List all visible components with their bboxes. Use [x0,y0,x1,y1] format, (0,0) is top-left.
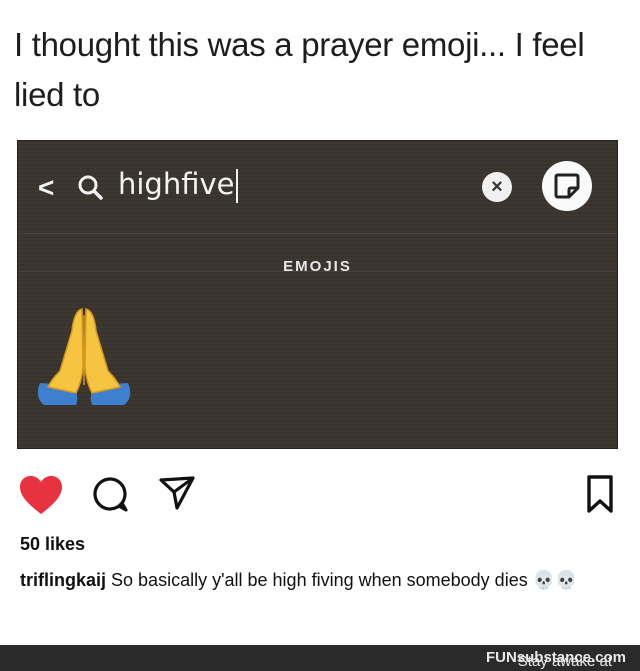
share-icon[interactable] [158,474,196,512]
likes-count[interactable]: 50 likes [20,534,85,555]
text-caret [235,169,238,203]
search-query-text: highfive [118,167,235,201]
meme-caption: I thought this was a prayer emoji... I f… [14,26,585,113]
sticker-icon [554,173,580,199]
divider [18,271,617,272]
sticker-button[interactable] [542,161,592,211]
username-link[interactable]: triflingkaij [20,570,106,590]
search-bar: < highfive × [18,141,617,233]
search-icon [78,175,103,200]
clear-icon[interactable]: × [482,172,512,202]
divider [18,233,617,234]
bookmark-icon[interactable] [583,474,617,514]
search-input[interactable]: highfive [118,167,238,203]
watermark: Stay awake at FUNsubstance.com [486,649,626,670]
emoji-search-screen: < highfive × EMOJIS [17,140,618,449]
post-caption: triflingkaij So basically y'all be high … [20,567,580,594]
section-label: EMOJIS [283,258,352,275]
folded-hands-emoji[interactable] [32,301,136,411]
caption-text: So basically y'all be high fiving when s… [111,570,578,590]
watermark-prefix: Stay awake at [517,653,612,670]
heart-icon[interactable] [18,474,64,516]
watermark-bar: Stay awake at FUNsubstance.com [0,645,640,671]
comment-icon[interactable] [91,475,129,513]
back-icon[interactable]: < [38,172,54,204]
